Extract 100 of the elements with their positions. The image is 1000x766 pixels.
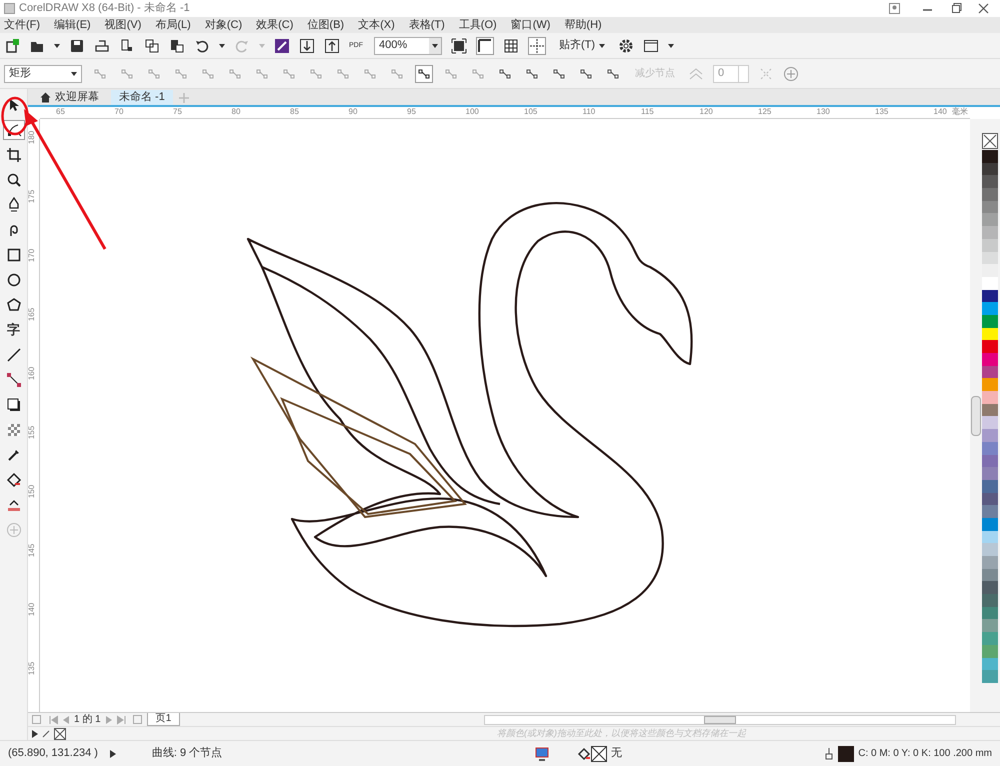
- menu-item[interactable]: 帮助(H): [564, 16, 602, 34]
- document-tab[interactable]: 未命名 -1: [111, 90, 173, 105]
- snap-dropdown[interactable]: 贴齐(T): [555, 37, 610, 54]
- guidelines-icon[interactable]: [528, 36, 546, 54]
- add-icon[interactable]: [783, 66, 799, 82]
- color-swatch[interactable]: [982, 391, 998, 404]
- color-swatch[interactable]: [982, 404, 998, 416]
- menu-item[interactable]: 布局(L): [155, 16, 191, 34]
- color-swatch[interactable]: [982, 302, 998, 315]
- caret-icon[interactable]: [54, 44, 60, 48]
- caret-icon[interactable]: [219, 44, 225, 48]
- no-fill-swatch-icon: [591, 746, 608, 762]
- ruler-label: 170: [27, 248, 36, 262]
- ruler-label: 70: [114, 107, 124, 116]
- color-swatch[interactable]: [982, 238, 998, 252]
- menu-item[interactable]: 文本(X): [358, 16, 395, 34]
- menu-item[interactable]: 编辑(E): [54, 16, 91, 34]
- paste-icon[interactable]: [169, 38, 185, 54]
- pencil-square-icon[interactable]: [274, 38, 290, 54]
- color-swatch[interactable]: [982, 632, 998, 645]
- color-swatch[interactable]: [982, 162, 998, 176]
- color-swatch[interactable]: [982, 378, 998, 392]
- color-swatch[interactable]: [982, 340, 998, 353]
- zoom-dropdown[interactable]: 400%: [374, 36, 442, 54]
- color-swatch[interactable]: [982, 467, 998, 480]
- vertical-scrollbar-thumb[interactable]: [971, 396, 981, 436]
- horizontal-scrollbar[interactable]: [484, 714, 956, 724]
- color-swatch[interactable]: [982, 442, 998, 454]
- color-swatch[interactable]: [982, 518, 998, 531]
- shape-type-dropdown[interactable]: 矩形: [4, 64, 82, 82]
- ruler-label: 115: [641, 107, 654, 116]
- new-document-icon[interactable]: [4, 38, 20, 54]
- no-color-swatch-icon[interactable]: [54, 728, 66, 740]
- export-icon[interactable]: [324, 38, 340, 54]
- color-swatch[interactable]: [982, 556, 998, 569]
- color-swatch[interactable]: [982, 606, 998, 620]
- color-swatch[interactable]: [982, 276, 998, 290]
- color-swatch[interactable]: [982, 353, 998, 366]
- color-swatch[interactable]: [982, 175, 998, 188]
- previous-page-icon[interactable]: [62, 714, 70, 724]
- color-swatch[interactable]: [982, 252, 998, 264]
- color-swatch[interactable]: [982, 213, 998, 226]
- play-icon[interactable]: [110, 750, 116, 758]
- text-tool[interactable]: 字: [2, 320, 24, 340]
- new-tab-icon[interactable]: [176, 91, 191, 105]
- grid-icon[interactable]: [503, 38, 519, 54]
- menu-item[interactable]: 位图(B): [307, 16, 344, 34]
- color-swatch[interactable]: [982, 314, 998, 328]
- play-icon[interactable]: [32, 730, 38, 738]
- color-swatch[interactable]: [982, 658, 998, 670]
- color-swatch[interactable]: [982, 150, 998, 163]
- color-swatch[interactable]: [982, 492, 998, 506]
- color-swatch[interactable]: [982, 454, 998, 468]
- color-swatch[interactable]: [982, 644, 998, 658]
- menu-item[interactable]: 窗口(W): [510, 16, 550, 34]
- print-icon[interactable]: [94, 38, 110, 54]
- menu-item[interactable]: 效果(C): [256, 16, 294, 34]
- caret-icon[interactable]: [668, 44, 674, 48]
- color-swatch[interactable]: [982, 594, 998, 607]
- menu-item[interactable]: 表格(T): [408, 16, 445, 34]
- full-screen-icon[interactable]: [451, 38, 467, 54]
- color-swatch[interactable]: [982, 188, 998, 201]
- color-swatch[interactable]: [982, 480, 998, 493]
- account-icon[interactable]: [889, 3, 900, 14]
- color-swatch[interactable]: [982, 670, 998, 683]
- window-icon[interactable]: [643, 38, 660, 54]
- settings-icon[interactable]: [618, 38, 634, 54]
- color-swatch[interactable]: [982, 264, 998, 277]
- menu-item[interactable]: 对象(C): [204, 16, 242, 34]
- copy-icon[interactable]: [144, 38, 160, 54]
- pen-icon[interactable]: [42, 730, 50, 738]
- reduce-nodes-label: 减少节点: [634, 66, 676, 81]
- color-swatch[interactable]: [982, 429, 998, 442]
- cut-icon[interactable]: [119, 38, 135, 54]
- color-swatch[interactable]: [982, 290, 998, 302]
- color-swatch[interactable]: [982, 581, 998, 594]
- close-curve-icon[interactable]: [415, 64, 433, 82]
- eyedropper-tool-icon: [6, 447, 22, 463]
- color-swatch[interactable]: [982, 226, 998, 239]
- page-tab[interactable]: 页1: [146, 713, 180, 726]
- color-swatch[interactable]: [982, 416, 998, 430]
- horizontal-scrollbar-thumb[interactable]: [704, 716, 736, 724]
- import-icon[interactable]: [299, 38, 315, 54]
- menu-item[interactable]: 工具(O): [458, 16, 497, 34]
- color-swatch[interactable]: [982, 619, 998, 632]
- color-swatch[interactable]: [982, 568, 998, 582]
- menu-item[interactable]: 视图(V): [104, 16, 142, 34]
- save-icon[interactable]: [69, 38, 85, 54]
- menu-item[interactable]: 文件(F): [4, 16, 40, 34]
- color-swatch[interactable]: [982, 543, 998, 556]
- fill-tool-icon: [6, 472, 22, 488]
- no-color-swatch[interactable]: [982, 133, 998, 149]
- rulers-icon[interactable]: [476, 36, 494, 54]
- color-swatch[interactable]: [982, 200, 998, 214]
- color-swatch[interactable]: [982, 366, 998, 378]
- last-page-icon[interactable]: [116, 714, 143, 724]
- next-page-icon[interactable]: [104, 714, 113, 724]
- color-swatch[interactable]: [982, 328, 998, 340]
- color-swatch[interactable]: [982, 530, 998, 544]
- color-swatch[interactable]: [982, 505, 998, 518]
